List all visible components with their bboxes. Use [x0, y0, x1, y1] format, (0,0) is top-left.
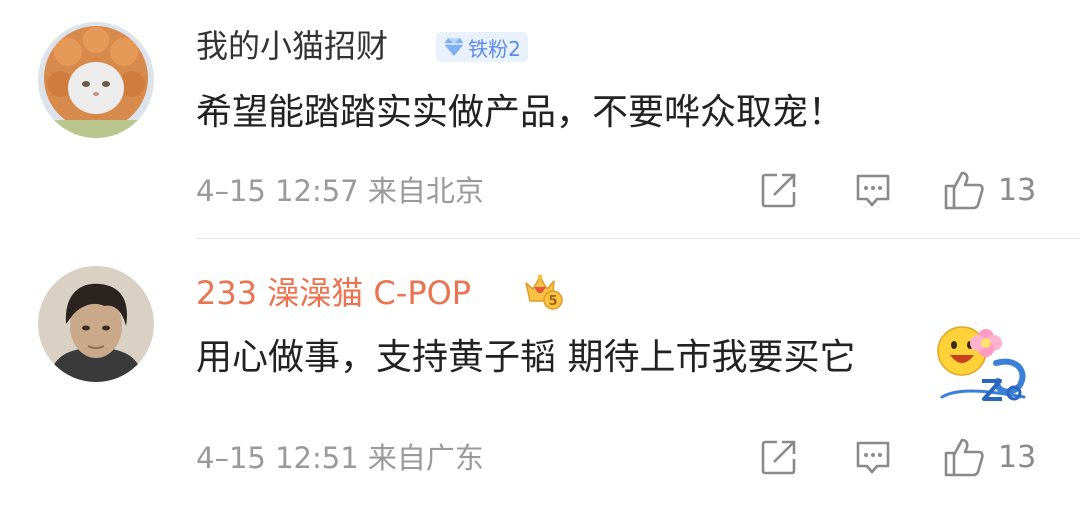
reply-button[interactable] [851, 435, 895, 479]
comment-meta: 4–15 12:51 来自广东 [196, 440, 484, 476]
like-icon [944, 171, 984, 210]
share-icon [761, 440, 796, 475]
happy-face-z-tao-sticker [928, 319, 1040, 415]
crown-level-5-icon[interactable]: 5 [522, 269, 564, 311]
comment-text: 希望能踏踏实实做产品，不要哗众取宠！ [196, 92, 845, 133]
comment-text: 用心做事，支持黄子韬 期待上市我要买它 [196, 337, 856, 378]
location: 来自广东 [367, 441, 484, 475]
avatar[interactable] [38, 266, 154, 382]
username[interactable]: 我的小猫招财 [196, 26, 388, 66]
comment-meta: 4–15 12:57 来自北京 [196, 173, 484, 209]
timestamp: 4–15 12:51 [196, 441, 359, 475]
badge-label: 铁粉2 [468, 36, 521, 61]
like-icon [944, 438, 984, 477]
like-button[interactable]: 13 [942, 168, 1046, 212]
location: 来自北京 [367, 174, 484, 208]
reply-button[interactable] [851, 168, 895, 212]
avatar[interactable] [38, 22, 154, 138]
username[interactable]: 233 澡澡猫 C-POP [196, 273, 471, 313]
timestamp: 4–15 12:57 [196, 174, 359, 208]
diamond-icon [444, 38, 465, 56]
comment-icon [856, 174, 890, 207]
svg-text:5: 5 [548, 294, 557, 309]
fan-badge[interactable]: 铁粉2 [436, 32, 528, 62]
like-button[interactable]: 13 [942, 435, 1046, 479]
comment-item: 我的小猫招财 铁粉2 希望能踏踏实实做产品，不要哗众取宠！ 4–15 12:57… [0, 0, 1080, 238]
like-count: 13 [998, 172, 1037, 208]
share-icon [761, 173, 796, 208]
comment-icon [856, 441, 890, 474]
share-button[interactable] [757, 435, 801, 479]
share-button[interactable] [757, 168, 801, 212]
like-count: 13 [998, 439, 1037, 475]
comment-item: 233 澡澡猫 C-POP 5 用心做事，支持黄子韬 期待上市我要买它 4–15… [0, 239, 1080, 505]
